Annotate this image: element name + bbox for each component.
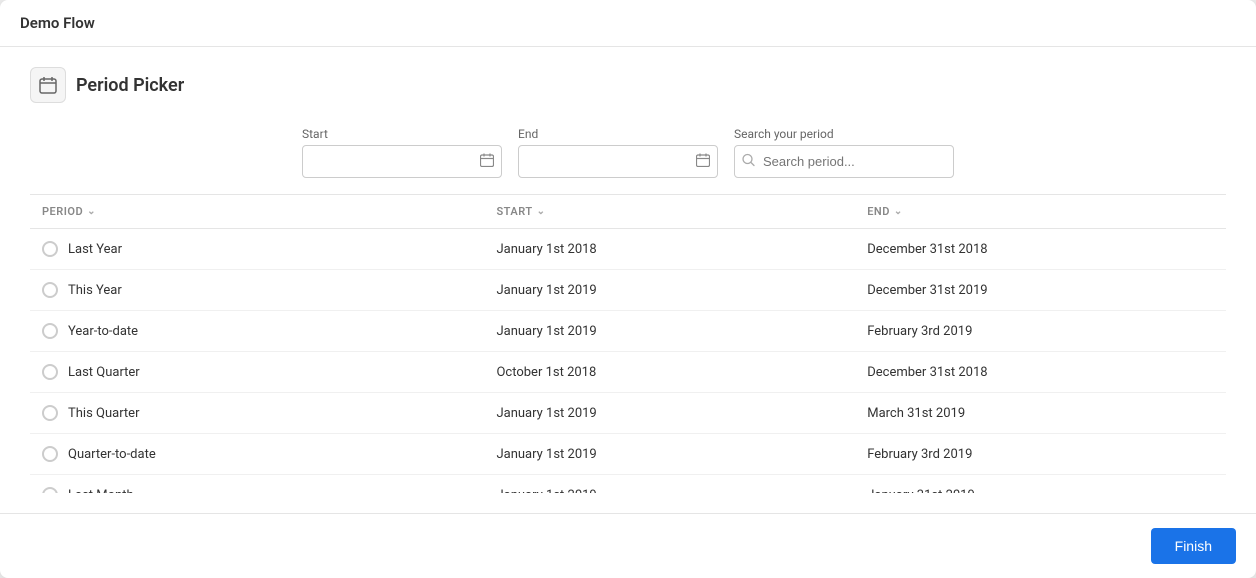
col-header-end[interactable]: END ⌄ [855, 195, 1226, 229]
section-header: Period Picker [30, 67, 1226, 103]
section-title: Period Picker [76, 75, 184, 96]
table-header-row: PERIOD ⌄ START ⌄ END [30, 195, 1226, 229]
period-name: Quarter-to-date [68, 447, 156, 462]
end-label: End [518, 127, 718, 141]
start-field-group: Start [302, 127, 502, 178]
period-radio[interactable] [42, 282, 58, 298]
start-cell: January 1st 2019 [484, 434, 855, 475]
start-date-input[interactable] [302, 145, 502, 178]
table-body: Last YearJanuary 1st 2018December 31st 2… [30, 229, 1226, 494]
end-cell: December 31st 2019 [855, 270, 1226, 311]
end-cell: March 31st 2019 [855, 393, 1226, 434]
table-container: PERIOD ⌄ START ⌄ END [30, 194, 1226, 493]
table-row[interactable]: This Quarter January 1st 2019March 31st 2… [30, 393, 1226, 434]
start-date-wrapper [302, 145, 502, 178]
end-date-wrapper [518, 145, 718, 178]
end-cell: December 31st 2018 [855, 229, 1226, 270]
period-radio[interactable] [42, 487, 58, 493]
controls-row: Start End [30, 127, 1226, 178]
period-cell: This Quarter [30, 393, 484, 434]
start-label: Start [302, 127, 502, 141]
period-sort-icon: ⌄ [87, 206, 96, 217]
window-title: Demo Flow [20, 14, 95, 32]
end-cell: December 31st 2018 [855, 352, 1226, 393]
table-row[interactable]: Last Quarter October 1st 2018December 31s… [30, 352, 1226, 393]
start-cell: January 1st 2019 [484, 475, 855, 494]
end-field-group: End [518, 127, 718, 178]
table-row[interactable]: Last Month January 1st 2019January 31st 2… [30, 475, 1226, 494]
period-cell: Last Year [30, 229, 484, 270]
start-cell: January 1st 2019 [484, 311, 855, 352]
search-wrapper [734, 145, 954, 178]
section-icon [30, 67, 66, 103]
start-cell: January 1st 2019 [484, 393, 855, 434]
search-input[interactable] [734, 145, 954, 178]
search-field-group: Search your period [734, 127, 954, 178]
period-cell: This Year [30, 270, 484, 311]
period-name: Last Quarter [68, 365, 140, 380]
period-cell: Last Quarter [30, 352, 484, 393]
period-name: Last Month [68, 488, 134, 494]
search-label: Search your period [734, 127, 954, 141]
period-cell: Last Month [30, 475, 484, 494]
period-radio[interactable] [42, 241, 58, 257]
start-cell: October 1st 2018 [484, 352, 855, 393]
col-header-period[interactable]: PERIOD ⌄ [30, 195, 484, 229]
start-cell: January 1st 2019 [484, 270, 855, 311]
table-row[interactable]: Year-to-date January 1st 2019February 3rd… [30, 311, 1226, 352]
end-cell: February 3rd 2019 [855, 434, 1226, 475]
end-cell: February 3rd 2019 [855, 311, 1226, 352]
period-name: This Year [68, 283, 122, 298]
table-row[interactable]: This Year January 1st 2019December 31st 2… [30, 270, 1226, 311]
finish-button[interactable]: Finish [1151, 528, 1236, 564]
end-sort-icon: ⌄ [894, 206, 903, 217]
period-name: Last Year [68, 242, 122, 257]
period-radio[interactable] [42, 405, 58, 421]
main-window: Demo Flow Period Picker Start [0, 0, 1256, 578]
end-cell: January 31st 2019 [855, 475, 1226, 494]
period-radio[interactable] [42, 364, 58, 380]
period-cell: Quarter-to-date [30, 434, 484, 475]
period-radio[interactable] [42, 323, 58, 339]
content-area: Period Picker Start [0, 47, 1256, 513]
period-name: Year-to-date [68, 324, 138, 339]
period-table: PERIOD ⌄ START ⌄ END [30, 195, 1226, 493]
footer: Finish [0, 513, 1256, 578]
start-cell: January 1st 2018 [484, 229, 855, 270]
end-date-input[interactable] [518, 145, 718, 178]
title-bar: Demo Flow [0, 0, 1256, 47]
period-name: This Quarter [68, 406, 139, 421]
start-sort-icon: ⌄ [537, 206, 546, 217]
period-cell: Year-to-date [30, 311, 484, 352]
period-radio[interactable] [42, 446, 58, 462]
table-row[interactable]: Quarter-to-date January 1st 2019February … [30, 434, 1226, 475]
col-header-start[interactable]: START ⌄ [484, 195, 855, 229]
table-row[interactable]: Last Year January 1st 2018December 31st 2… [30, 229, 1226, 270]
